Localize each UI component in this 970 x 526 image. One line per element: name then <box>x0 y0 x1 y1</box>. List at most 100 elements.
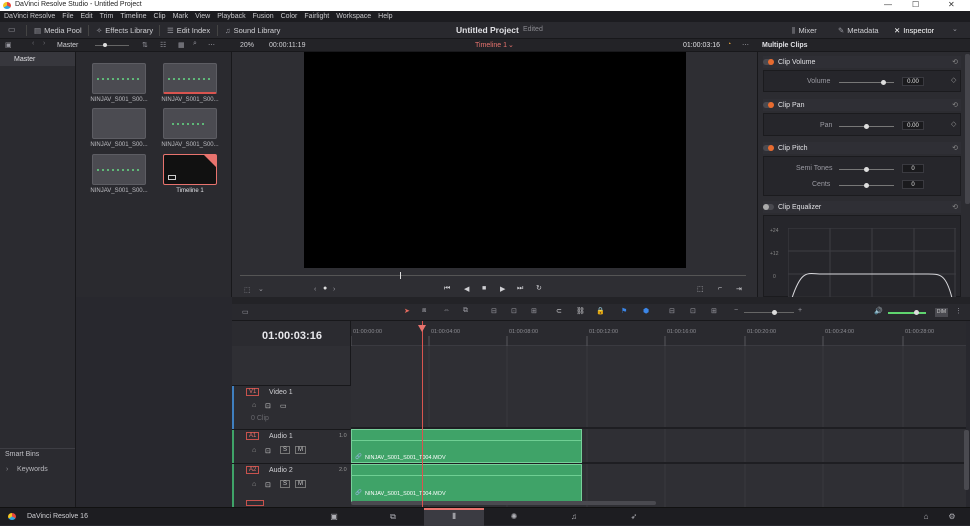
cut-page-icon[interactable]: ⧉ <box>386 512 400 522</box>
timeline-vscrollbar[interactable] <box>964 430 969 490</box>
volume-value[interactable]: 0.00 <box>902 77 924 86</box>
clip-pan-toggle[interactable] <box>763 102 774 108</box>
auto-select-icon[interactable]: ⊡ <box>265 447 271 455</box>
auto-select-icon[interactable]: ⊡ <box>265 481 271 489</box>
deliver-page-icon[interactable]: ➶ <box>627 512 641 521</box>
clip-eq-toggle[interactable] <box>763 204 774 210</box>
clip-volume-header[interactable]: Clip Volume ⟲ <box>763 56 961 68</box>
inspector-scrollbar[interactable] <box>965 54 970 204</box>
menu-file[interactable]: File <box>62 13 73 20</box>
sound-library-button[interactable]: ♫ Sound Library <box>225 26 280 35</box>
video-track-header[interactable]: V1 Video 1 ⌂ ⊡ ▭ 0 Clip <box>232 385 351 429</box>
menu-mark[interactable]: Mark <box>173 13 189 20</box>
mute-button[interactable]: M <box>295 480 306 488</box>
menu-playback[interactable]: Playback <box>217 13 245 20</box>
forward-icon[interactable]: › <box>43 40 45 47</box>
options-icon[interactable]: ⋮ <box>955 307 962 315</box>
menu-workspace[interactable]: Workspace <box>336 13 371 20</box>
edit-page-icon[interactable]: ⫴ <box>447 512 461 522</box>
media-clip-thumbnail[interactable] <box>92 63 146 94</box>
timeline-hscrollbar[interactable] <box>351 501 656 505</box>
menu-fairlight[interactable]: Fairlight <box>304 13 329 20</box>
audio-track-header[interactable]: A2 Audio 2 2.0 ⌂ ⊡ S M <box>232 463 351 507</box>
match-frame-icon[interactable]: ⬚ <box>697 285 704 293</box>
cents-slider[interactable] <box>839 183 894 188</box>
master-bin[interactable]: Master <box>14 56 35 63</box>
zoom-custom-icon[interactable]: ⊞ <box>711 307 717 315</box>
jog-dot-icon[interactable]: ● <box>323 285 327 292</box>
search-icon[interactable]: ⌕ <box>193 40 197 48</box>
prev-frame-icon[interactable]: ‹ <box>314 286 316 293</box>
semitones-slider[interactable] <box>839 167 894 172</box>
timeline-tracks[interactable]: 01:00:00:00 01:00:04:00 01:00:08:00 01:0… <box>351 321 966 507</box>
keyframe-icon[interactable]: ◇ <box>951 120 956 128</box>
monitor-icon[interactable]: ▭ <box>8 25 16 34</box>
go-to-end-icon[interactable]: ⏭ <box>517 285 523 293</box>
auto-select-icon[interactable]: ⊡ <box>265 402 271 410</box>
marker-icon[interactable]: ⬢ <box>643 307 649 315</box>
monitor-volume-slider[interactable] <box>888 310 926 315</box>
clip-pitch-toggle[interactable] <box>763 145 774 151</box>
fusion-page-icon[interactable]: ✺ <box>507 512 521 521</box>
fairlight-page-icon[interactable]: ♫ <box>567 512 581 521</box>
thumbnail-size-slider[interactable] <box>95 43 129 47</box>
menu-davinci-resolve[interactable]: DaVinci Resolve <box>4 13 55 20</box>
keywords-bin[interactable]: Keywords <box>17 466 48 473</box>
media-clip-thumbnail[interactable] <box>92 154 146 185</box>
clip-eq-header[interactable]: Clip Equalizer ⟲ <box>763 201 961 213</box>
next-frame-icon[interactable]: › <box>333 286 335 293</box>
insert-clip-icon[interactable]: ⊟ <box>491 307 497 315</box>
minimize-button[interactable]: — <box>884 0 892 9</box>
speaker-icon[interactable]: 🔊 <box>874 307 883 315</box>
semitones-value[interactable]: 0 <box>902 164 924 173</box>
transform-icon[interactable]: ⬚ <box>244 286 251 294</box>
mark-in-icon[interactable]: ⌐ <box>718 285 722 292</box>
close-button[interactable]: ✕ <box>948 0 955 9</box>
home-icon[interactable]: ⌂ <box>919 512 933 521</box>
play-icon[interactable]: ▶ <box>500 285 505 293</box>
edit-index-button[interactable]: ☰ Edit Index <box>167 26 210 35</box>
zoom-detail-icon[interactable]: ⊡ <box>690 307 696 315</box>
menu-color[interactable]: Color <box>281 13 298 20</box>
clip-pan-header[interactable]: Clip Pan ⟲ <box>763 99 961 111</box>
lock-icon[interactable]: ⌂ <box>252 447 256 454</box>
metadata-button[interactable]: ✎ Metadata <box>838 26 879 35</box>
reset-icon[interactable]: ⟲ <box>952 144 958 152</box>
mark-out-icon[interactable]: ⇥ <box>736 285 742 293</box>
playhead[interactable] <box>422 321 423 507</box>
clip-pitch-header[interactable]: Clip Pitch ⟲ <box>763 142 961 154</box>
reset-icon[interactable]: ⟲ <box>952 58 958 66</box>
lock-icon[interactable]: 🔒 <box>596 307 605 315</box>
menu-clip[interactable]: Clip <box>154 13 166 20</box>
options-icon[interactable]: ⋯ <box>208 41 215 49</box>
loop-icon[interactable]: ↻ <box>536 284 542 292</box>
options-icon[interactable]: ⋯ <box>742 41 749 49</box>
volume-slider[interactable] <box>839 80 894 85</box>
play-reverse-icon[interactable]: ◀ <box>464 285 469 293</box>
media-page-icon[interactable]: ▣ <box>327 512 341 521</box>
audio-track-header[interactable]: A1 Audio 1 1.0 ⌂ ⊡ S M <box>232 429 351 463</box>
zoom-in-icon[interactable]: + <box>798 307 802 314</box>
audio-clip[interactable]: 🔗 NINJAV_S001_S001_T004.MOV <box>351 464 582 502</box>
media-clip-thumbnail[interactable] <box>163 108 217 139</box>
timeline-view-icon[interactable]: ▭ <box>242 308 249 316</box>
viewer-zoom[interactable]: 20% <box>240 42 254 49</box>
keyframe-icon[interactable]: ◇ <box>951 76 956 84</box>
inspector-button[interactable]: ✕ Inspector <box>894 26 934 35</box>
overwrite-clip-icon[interactable]: ⊡ <box>511 307 517 315</box>
clip-volume-toggle[interactable] <box>763 59 774 65</box>
video-enable-icon[interactable]: ▭ <box>280 402 287 410</box>
reset-icon[interactable]: ⟲ <box>952 101 958 109</box>
menu-timeline[interactable]: Timeline <box>120 13 146 20</box>
media-clip-thumbnail[interactable] <box>92 108 146 139</box>
timeline-selector[interactable]: Timeline 1 <box>475 42 507 49</box>
audio-clip[interactable]: 🔗 NINJAV_S001_S001_T004.MOV <box>351 429 582 463</box>
go-to-start-icon[interactable]: ⏮ <box>444 285 450 293</box>
maximize-button[interactable]: ☐ <box>912 0 919 9</box>
reset-icon[interactable]: ⟲ <box>952 203 958 211</box>
back-icon[interactable]: ‹ <box>32 40 34 47</box>
linked-selection-icon[interactable]: ⛓ <box>576 307 585 315</box>
zoom-out-icon[interactable]: − <box>734 307 738 314</box>
flag-icon[interactable]: ⚑ <box>621 307 627 315</box>
dim-button[interactable]: DIM <box>935 308 948 317</box>
